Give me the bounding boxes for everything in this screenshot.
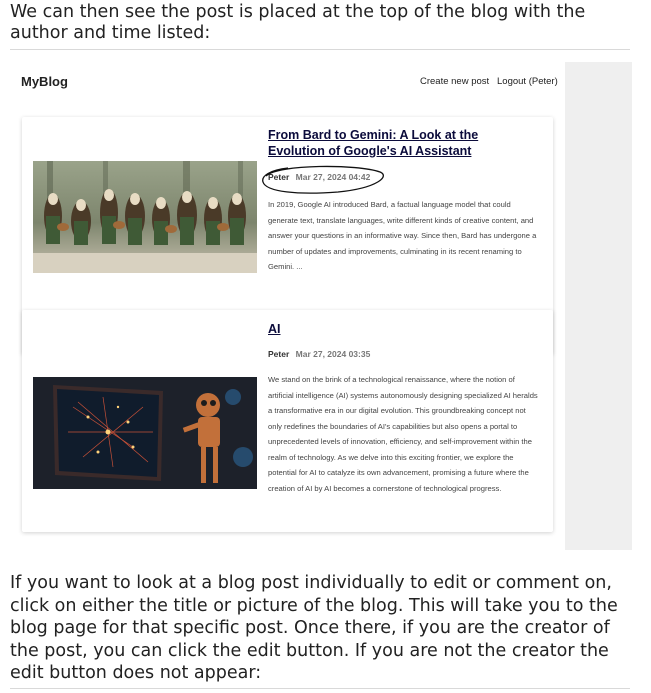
- post-thumbnail[interactable]: [33, 161, 257, 273]
- post-excerpt: In 2019, Google AI introduced Bard, a fa…: [268, 200, 537, 271]
- outro-paragraph: If you want to look at a blog post indiv…: [10, 573, 618, 683]
- create-post-link[interactable]: Create new post: [420, 76, 489, 87]
- post-author: Peter: [268, 172, 290, 182]
- brand-logo[interactable]: MyBlog: [21, 74, 68, 89]
- bard-band-image: [33, 161, 257, 273]
- robot-painter-image: [33, 377, 257, 489]
- post-title-link[interactable]: From Bard to Gemini: A Look at the Evolu…: [268, 127, 538, 159]
- app-header: MyBlog Create new post Logout (Peter): [10, 62, 565, 102]
- post-title-link[interactable]: AI: [268, 321, 538, 337]
- post-time: Mar 27, 2024 03:35: [295, 349, 371, 359]
- post-card: AI Peter Mar 27, 2024 03:35 We stand on …: [22, 310, 553, 532]
- post-author: Peter: [268, 349, 290, 359]
- divider-bottom: [10, 688, 630, 689]
- post-meta: Peter Mar 27, 2024 04:42: [268, 172, 370, 182]
- blog-screenshot: MyBlog Create new post Logout (Peter) Fr…: [10, 62, 632, 550]
- post-meta: Peter Mar 27, 2024 03:35: [268, 349, 370, 359]
- post-thumbnail[interactable]: [33, 377, 257, 489]
- logout-link[interactable]: Logout (Peter): [497, 76, 558, 87]
- divider-top: [10, 49, 630, 50]
- post-time: Mar 27, 2024 04:42: [295, 172, 371, 182]
- side-gutter: [565, 62, 632, 550]
- post-excerpt: We stand on the brink of a technological…: [268, 375, 538, 493]
- intro-paragraph: We can then see the post is placed at th…: [10, 2, 586, 43]
